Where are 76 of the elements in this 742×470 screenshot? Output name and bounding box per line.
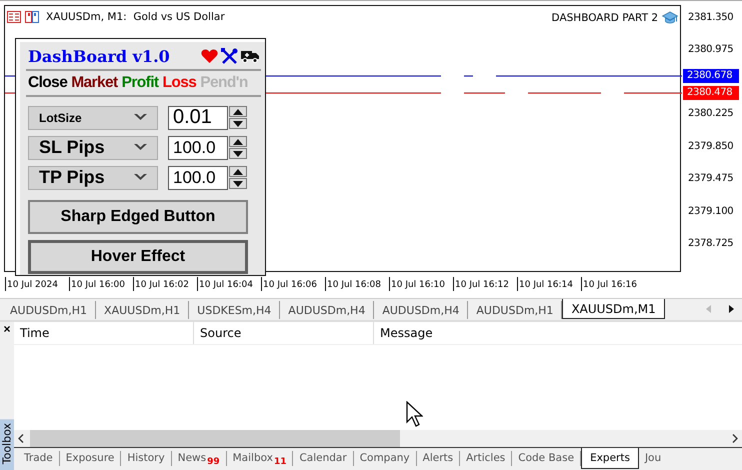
spin-down-button[interactable] bbox=[229, 178, 247, 189]
dropdown[interactable]: TP Pips bbox=[28, 166, 158, 190]
panel-tab[interactable]: Articles bbox=[460, 451, 512, 466]
dropdown[interactable]: LotSize bbox=[28, 106, 158, 130]
time-tick: 10 Jul 16:04 bbox=[197, 277, 253, 291]
toolbox-label: Toolbox bbox=[0, 418, 14, 470]
caret-icon bbox=[134, 114, 147, 122]
chart-list-icon[interactable] bbox=[7, 11, 21, 23]
dropdown[interactable]: SL Pips bbox=[28, 136, 158, 160]
price-tick: 2379.475 bbox=[687, 172, 734, 186]
action-label[interactable]: Close bbox=[28, 74, 68, 92]
chart-caption: DASHBOARD PART 2 bbox=[552, 12, 658, 24]
dashboard-button[interactable]: Hover Effect bbox=[28, 240, 248, 274]
price-tick: 2378.725 bbox=[687, 237, 734, 251]
time-tick: 10 Jul 16:12 bbox=[453, 277, 509, 291]
chart-window-icon[interactable] bbox=[25, 11, 39, 23]
time-tick: 10 Jul 16:10 bbox=[389, 277, 445, 291]
scrollbar-thumb[interactable] bbox=[30, 430, 400, 447]
dashboard-title: DashBoard v1.0 bbox=[28, 46, 170, 66]
panel-tab[interactable]: Jou bbox=[638, 451, 668, 466]
tools-icon[interactable] bbox=[221, 48, 238, 64]
spin-up-button[interactable] bbox=[229, 136, 247, 147]
number-field[interactable]: 0.01 bbox=[168, 106, 228, 130]
time-tick: 10 Jul 16:02 bbox=[133, 277, 189, 291]
price-tick: 2379.850 bbox=[687, 140, 734, 154]
panel-tab[interactable]: Alerts bbox=[416, 451, 460, 466]
chart-tab[interactable]: XAUUSDm,M1 bbox=[562, 299, 665, 319]
panel-tab[interactable]: Mailbox$_{11}$ bbox=[226, 451, 294, 466]
price-tick: 2379.100 bbox=[687, 205, 734, 219]
spin-up-button[interactable] bbox=[229, 106, 247, 117]
panel-tab[interactable]: Company bbox=[354, 451, 417, 466]
time-tick: 10 Jul 16:16 bbox=[581, 277, 637, 291]
spin-down-button[interactable] bbox=[229, 148, 247, 159]
time-tick: 10 Jul 2024 bbox=[5, 277, 58, 291]
up-arrow-icon bbox=[233, 108, 243, 114]
panel-tab[interactable]: News$_{99}$ bbox=[172, 451, 227, 466]
caret-icon bbox=[134, 174, 147, 182]
time-tick: 10 Jul 16:14 bbox=[517, 277, 573, 291]
panel-tab[interactable]: History bbox=[121, 451, 172, 466]
panel-tab[interactable]: Exposure bbox=[60, 451, 122, 466]
action-label[interactable]: Profit bbox=[122, 74, 158, 92]
spin-down-button[interactable] bbox=[229, 118, 247, 129]
number-field[interactable]: 100.0 bbox=[168, 136, 228, 160]
down-arrow-icon bbox=[233, 120, 243, 126]
panel-tab[interactable]: Trade bbox=[18, 451, 60, 466]
scroll-right-icon[interactable] bbox=[729, 305, 734, 313]
panel-tab[interactable]: Experts bbox=[581, 448, 639, 469]
price-label: 2380.678 bbox=[683, 69, 739, 83]
time-tick: 10 Jul 16:00 bbox=[69, 277, 125, 291]
column-header[interactable]: Time bbox=[14, 322, 194, 344]
down-arrow-icon bbox=[233, 150, 243, 156]
column-header[interactable]: Source bbox=[194, 322, 374, 344]
price-tick: 2380.975 bbox=[687, 43, 734, 57]
close-button[interactable]: × bbox=[3, 322, 10, 336]
action-label[interactable]: Market bbox=[71, 74, 118, 92]
cursor-icon bbox=[406, 401, 423, 427]
number-field[interactable]: 100.0 bbox=[168, 166, 228, 190]
time-tick: 10 Jul 16:06 bbox=[261, 277, 317, 291]
heart-icon[interactable] bbox=[201, 48, 218, 64]
scroll-left-icon[interactable] bbox=[18, 434, 24, 443]
price-tick: 2380.225 bbox=[687, 107, 734, 121]
up-arrow-icon bbox=[233, 138, 243, 144]
dashboard-button[interactable]: Sharp Edged Button bbox=[28, 200, 248, 234]
chart-title: XAUUSDm, M1: Gold vs US Dollar bbox=[46, 11, 225, 23]
column-header[interactable]: Message bbox=[374, 322, 554, 344]
truck-icon[interactable] bbox=[241, 49, 259, 63]
spin-up-button[interactable] bbox=[229, 166, 247, 177]
time-tick: 10 Jul 16:08 bbox=[325, 277, 381, 291]
up-arrow-icon bbox=[233, 168, 243, 174]
graduation-cap-icon bbox=[662, 11, 678, 25]
price-tick: 2381.350 bbox=[687, 11, 734, 25]
panel-tab[interactable]: Calendar bbox=[293, 451, 354, 466]
scroll-right-icon[interactable] bbox=[732, 434, 738, 443]
price-label: 2380.478 bbox=[683, 86, 739, 100]
caret-icon bbox=[134, 144, 147, 152]
down-arrow-icon bbox=[233, 180, 243, 186]
